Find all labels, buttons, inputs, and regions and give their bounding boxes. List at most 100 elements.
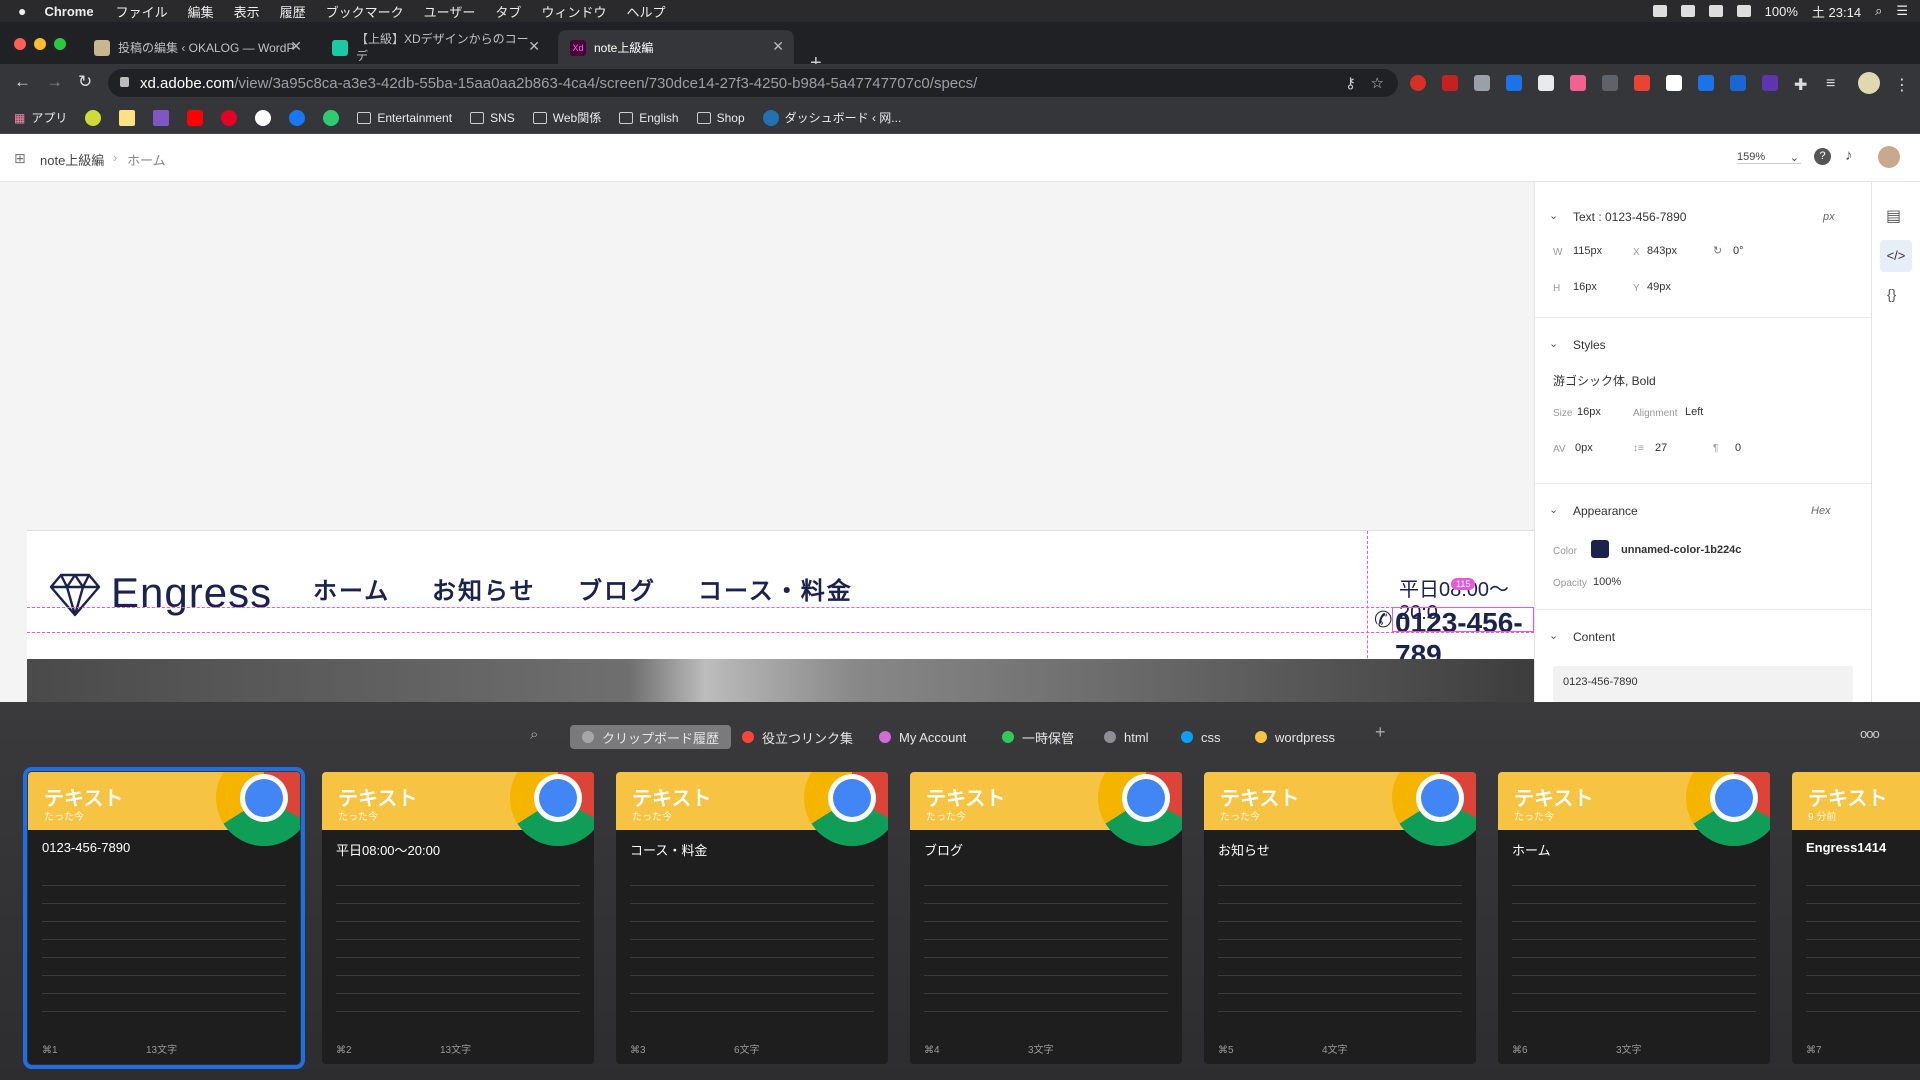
more-options-icon[interactable]: ooo xyxy=(1860,726,1880,741)
font-family-value[interactable]: 游ゴシック体, Bold xyxy=(1553,372,1656,389)
clock[interactable]: 土 23:14 xyxy=(1812,2,1861,21)
bookmark-icon-1[interactable] xyxy=(85,109,102,126)
chevron-down-icon[interactable]: ⌄ xyxy=(1549,337,1558,350)
menu-history[interactable]: 履歴 xyxy=(280,2,306,21)
menu-help[interactable]: ヘルプ xyxy=(626,2,665,21)
filter-html[interactable]: html xyxy=(1104,725,1149,749)
add-list-button[interactable]: + xyxy=(1375,722,1386,743)
reload-icon[interactable]: ↻ xyxy=(78,72,92,92)
bookmark-folder-english[interactable]: English xyxy=(619,111,679,125)
design-canvas[interactable]: Engress ホーム お知らせ ブログ コース・料金 平日08:00〜20:0… xyxy=(0,182,1534,702)
kebab-menu-icon[interactable]: ⋮ xyxy=(1894,75,1910,94)
bookmark-facebook[interactable] xyxy=(289,109,306,126)
filter-css[interactable]: css xyxy=(1181,725,1221,749)
content-field[interactable]: 0123-456-7890 xyxy=(1553,666,1853,702)
color-icon[interactable] xyxy=(1634,75,1650,91)
menu-edit[interactable]: 編集 xyxy=(188,2,214,21)
lock-icon[interactable] xyxy=(120,77,129,87)
chevron-down-icon[interactable]: ⌄ xyxy=(1549,503,1558,516)
filter-temporary[interactable]: 一時保管 xyxy=(1002,725,1074,749)
y-value[interactable]: 49px xyxy=(1647,281,1671,293)
extension-icon[interactable] xyxy=(1698,75,1714,91)
menu-file[interactable]: ファイル xyxy=(116,2,168,21)
bookmark-icon-3[interactable] xyxy=(153,109,170,126)
forward-icon[interactable]: → xyxy=(46,72,63,92)
back-icon[interactable]: ← xyxy=(14,72,31,92)
color-name[interactable]: unnamed-color-1b224c xyxy=(1621,544,1741,556)
zoom-select[interactable]: 159% ⌄ xyxy=(1737,151,1801,164)
menu-profiles[interactable]: ユーザー xyxy=(424,2,476,21)
menu-window[interactable]: ウィンドウ xyxy=(541,2,606,21)
code-icon[interactable]: </> xyxy=(1880,240,1912,272)
bookmark-icon-2[interactable] xyxy=(119,109,136,126)
height-value[interactable]: 16px xyxy=(1573,281,1597,293)
nav-course-fees[interactable]: コース・料金 xyxy=(698,571,853,606)
bookmark-folder-shop[interactable]: Shop xyxy=(696,111,745,125)
tab-wordpress[interactable]: 投稿の編集 ‹ OKALOG — WordP ✕ xyxy=(82,30,312,64)
paragraph-spacing-value[interactable]: 0 xyxy=(1735,442,1741,454)
extension-icon[interactable] xyxy=(1410,75,1426,91)
bookmark-youtube[interactable] xyxy=(187,109,204,126)
clipboard-card[interactable]: テキスト 9 分前 Engress1414 ⌘7 xyxy=(1792,772,1920,1064)
volume-icon[interactable] xyxy=(1736,5,1751,17)
extension-icon[interactable] xyxy=(1570,75,1586,91)
opacity-value[interactable]: 100% xyxy=(1593,576,1621,588)
download-icon[interactable] xyxy=(1506,75,1522,91)
bookmark-dashboard[interactable]: ダッシュボード ‹ 网... xyxy=(762,109,901,126)
filter-wordpress[interactable]: wordpress xyxy=(1255,725,1335,749)
color-mode-toggle[interactable]: Hex xyxy=(1811,505,1831,517)
close-icon[interactable]: ✕ xyxy=(772,38,784,55)
line-height-value[interactable]: 27 xyxy=(1655,442,1667,454)
filter-clipboard-history[interactable]: クリップボード履歴 xyxy=(570,725,732,749)
wifi-icon[interactable] xyxy=(1708,5,1723,17)
bookmark-icon-9[interactable] xyxy=(323,109,340,126)
bookmark-folder-web[interactable]: Web関係 xyxy=(532,109,601,126)
breadcrumb-root[interactable]: note上級編 xyxy=(40,150,104,169)
clipboard-card[interactable]: テキスト たった今 ホーム ⌘6 3文字 xyxy=(1498,772,1770,1064)
x-value[interactable]: 843px xyxy=(1647,245,1677,257)
width-value[interactable]: 115px xyxy=(1573,245,1602,257)
puzzle-icon[interactable]: ✚ xyxy=(1794,75,1810,94)
filter-useful-links[interactable]: 役立つリンク集 xyxy=(742,725,853,749)
chevron-down-icon[interactable]: ⌄ xyxy=(1549,629,1558,642)
tab-note-advanced[interactable]: Xd note上級編 ✕ xyxy=(558,30,794,64)
control-center-icon[interactable]: ☰ xyxy=(1896,3,1908,19)
brand-name[interactable]: Engress xyxy=(111,569,272,617)
unit-toggle[interactable]: px xyxy=(1823,211,1835,223)
breadcrumb-page[interactable]: ホーム xyxy=(127,150,166,169)
rotation-value[interactable]: 0° xyxy=(1733,245,1744,257)
menu-tab[interactable]: タブ xyxy=(495,2,521,21)
font-icon[interactable] xyxy=(1602,75,1618,91)
menu-bookmarks[interactable]: ブックマーク xyxy=(326,2,404,21)
clipboard-card[interactable]: テキスト たった今 お知らせ ⌘5 4文字 xyxy=(1204,772,1476,1064)
filter-my-account[interactable]: My Account xyxy=(879,725,966,749)
size-value[interactable]: 16px xyxy=(1577,406,1601,418)
clipboard-card[interactable]: テキスト たった今 0123-456-7890 ⌘1 13文字 xyxy=(23,767,305,1069)
user-avatar[interactable] xyxy=(1878,146,1900,168)
tab-xd-coding[interactable]: 【上級】XDデザインからのコーデ ✕ xyxy=(320,30,550,64)
cloud-icon[interactable] xyxy=(1652,5,1667,17)
help-icon[interactable]: ? xyxy=(1814,148,1831,165)
clipboard-card[interactable]: テキスト たった今 ブログ ⌘4 3文字 xyxy=(910,772,1182,1064)
check-icon[interactable] xyxy=(1730,75,1746,91)
artboard[interactable]: Engress ホーム お知らせ ブログ コース・料金 平日08:00〜20:0… xyxy=(27,530,1534,702)
bookmark-github[interactable] xyxy=(255,109,272,126)
nav-news[interactable]: お知らせ xyxy=(432,571,536,606)
apple-menu-icon[interactable]: ● xyxy=(18,3,26,19)
bookmark-apps[interactable]: ▦ アプリ xyxy=(14,109,67,126)
menu-view[interactable]: 表示 xyxy=(234,2,260,21)
search-icon[interactable]: ⌕ xyxy=(1875,3,1882,19)
zoom-window-button[interactable] xyxy=(54,38,66,50)
close-icon[interactable]: ✕ xyxy=(528,38,540,55)
address-bar[interactable]: xd.adobe.com /view/3a95c8ca-a3e3-42db-55… xyxy=(108,69,1398,97)
camera-icon[interactable] xyxy=(1474,75,1490,91)
grid-menu-icon[interactable]: ⊞ xyxy=(14,150,26,167)
nav-blog[interactable]: ブログ xyxy=(578,571,656,606)
tracking-value[interactable]: 0px xyxy=(1575,442,1593,454)
nav-home[interactable]: ホーム xyxy=(313,571,390,606)
reading-list-icon[interactable]: ≡ xyxy=(1826,75,1842,92)
grid-icon[interactable] xyxy=(1680,5,1695,17)
extension-icon[interactable] xyxy=(1762,75,1778,91)
bell-icon[interactable]: ♪ xyxy=(1845,147,1853,164)
close-window-button[interactable] xyxy=(14,38,26,50)
